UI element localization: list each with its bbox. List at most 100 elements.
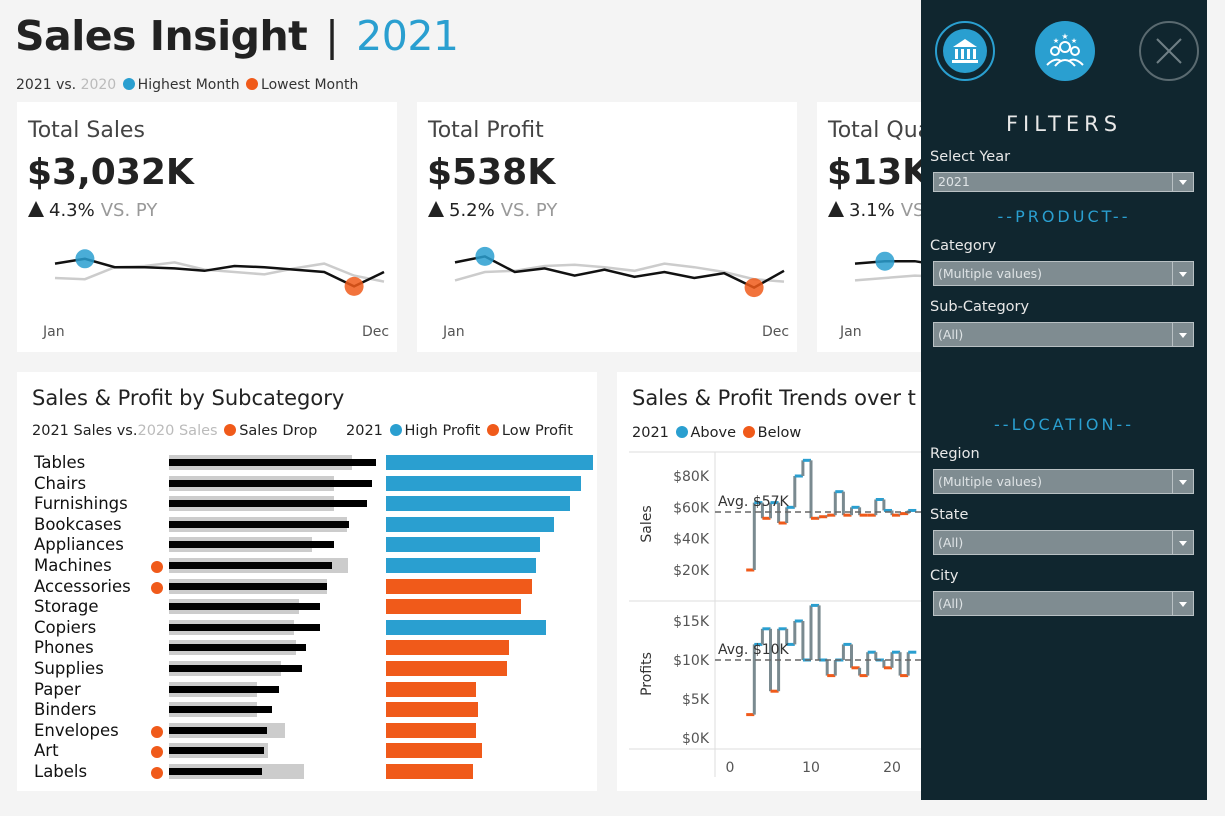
- sales-tick-label: $80K: [673, 469, 710, 485]
- close-icon-glyph: [1156, 38, 1182, 64]
- team-stars-icon-glyph: ★ ★ ★: [1046, 32, 1084, 67]
- profit-axis-title: Profits: [639, 652, 655, 696]
- profit-bar: [386, 743, 482, 759]
- title-separator: |: [325, 12, 339, 60]
- profit-tick-label: $15K: [673, 614, 710, 630]
- city-filter-label: City: [930, 568, 959, 584]
- subcategory-row[interactable]: Accessories: [34, 577, 594, 597]
- profit-average-label: Avg. $10K: [718, 642, 790, 658]
- subcategory-label: Bookcases: [34, 514, 122, 534]
- subcategory-label: Tables: [34, 453, 86, 472]
- subcategory-label: Envelopes: [34, 720, 119, 740]
- profit-bar: [386, 516, 554, 532]
- sales-drop-marker: [151, 725, 163, 738]
- legend-profit-year: 2021: [346, 423, 383, 439]
- kpi-card-profit[interactable]: Total Profit $538K 5.2% VS. PY Jan Dec: [417, 102, 797, 352]
- chevron-down-icon: [1172, 173, 1193, 191]
- subcategory-label: Art: [34, 741, 59, 761]
- subcategory-select[interactable]: (All): [933, 322, 1194, 347]
- profit-bar: [386, 619, 546, 635]
- x-tick-label: 0: [726, 760, 735, 776]
- up-triangle-icon: [428, 201, 444, 217]
- kpi-change-value: 3.1%: [849, 200, 895, 221]
- subcategory-row[interactable]: Machines: [34, 556, 594, 576]
- x-tick-label: 10: [802, 760, 820, 776]
- city-select[interactable]: (All): [933, 591, 1194, 616]
- subcategory-row[interactable]: Copiers: [34, 618, 594, 638]
- sparkline-end-label: Dec: [362, 324, 390, 340]
- sparkline-start-label: Jan: [840, 324, 862, 340]
- state-select[interactable]: (All): [933, 530, 1194, 555]
- lowest-month-dot-icon: [246, 78, 259, 90]
- category-select[interactable]: (Multiple values): [933, 261, 1194, 286]
- subcategory-row[interactable]: Bookcases: [34, 515, 594, 535]
- subcategory-row[interactable]: Phones: [34, 638, 594, 658]
- sales-tick-label: $40K: [673, 532, 710, 548]
- subcategory-row[interactable]: Tables: [34, 453, 594, 473]
- subcategory-panel: Sales & Profit by Subcategory 2021 Sales…: [17, 372, 597, 791]
- sales-2021-bar: [169, 747, 264, 755]
- bank-icon[interactable]: [935, 21, 995, 81]
- subcategory-label: Copiers: [34, 617, 97, 637]
- subcategory-label: Supplies: [34, 659, 104, 678]
- subcategory-label: Appliances: [34, 535, 124, 555]
- kpi-change: 4.3% VS. PY: [28, 200, 157, 221]
- chevron-down-icon: [1172, 323, 1193, 346]
- kpi-change: 5.2% VS. PY: [428, 200, 557, 221]
- subcategory-row[interactable]: Binders: [34, 700, 594, 720]
- sales-drop-marker: [151, 561, 163, 573]
- year-select[interactable]: 2021: [933, 172, 1194, 192]
- subcategory-row[interactable]: Art: [34, 741, 594, 761]
- subcategory-row[interactable]: Furnishings: [34, 494, 594, 514]
- sales-2021-bar: [169, 582, 327, 590]
- profit-bar: [386, 640, 509, 656]
- subcategory-filter-label: Sub-Category: [930, 299, 1030, 315]
- location-section-header: --LOCATION--: [994, 415, 1134, 434]
- high-profit-dot-icon: [389, 424, 402, 436]
- subcategory-row[interactable]: Envelopes: [34, 721, 594, 741]
- trend-panel: Sales & Profit Trends over t 2021 Above …: [617, 372, 922, 791]
- profit-tick-label: $10K: [673, 653, 710, 669]
- subcategory-row[interactable]: Paper: [34, 680, 594, 700]
- sales-axis-title: Sales: [639, 505, 655, 542]
- subcategory-label: Accessories: [34, 576, 131, 596]
- sales-2021-bar: [169, 479, 372, 487]
- subcategory-label: Chairs: [34, 473, 87, 493]
- sparkline-end-label: Dec: [762, 324, 790, 340]
- page-title: Sales Insight | 2021: [15, 12, 459, 60]
- profit-bar: [386, 537, 540, 553]
- subcategory-row[interactable]: Labels: [34, 762, 594, 782]
- sales-2021-bar: [169, 623, 320, 631]
- sales-drop-dot-icon: [224, 424, 237, 436]
- sales-tick-label: $60K: [673, 500, 710, 516]
- kpi-card-sales[interactable]: Total Sales $3,032K 4.3% VS. PY Jan Dec: [17, 102, 397, 352]
- subcategory-row[interactable]: Appliances: [34, 535, 594, 555]
- legend-high-profit: High Profit: [404, 423, 481, 439]
- year-select-value: 2021: [938, 174, 970, 189]
- subcategory-label: Storage: [34, 597, 99, 617]
- sales-2021-bar: [169, 665, 302, 672]
- close-icon[interactable]: [1139, 21, 1199, 81]
- kpi-change-value: 4.3%: [49, 200, 95, 221]
- trend-chart[interactable]: $80K$60K$40K$20K$15K$10K$5K$0K0 10 20Sales…: [617, 372, 922, 791]
- legend-sales-drop: Sales Drop: [239, 423, 318, 439]
- chevron-down-icon: [1172, 531, 1193, 554]
- profit-bar: [386, 722, 476, 738]
- subcategory-row[interactable]: Chairs: [34, 474, 594, 494]
- team-stars-icon[interactable]: ★ ★ ★: [1035, 21, 1095, 81]
- lowest-month-marker: [744, 278, 764, 298]
- subcategory-label: Machines: [34, 556, 112, 575]
- filters-header: FILTERS: [1005, 112, 1123, 136]
- svg-text:★: ★: [1053, 37, 1059, 45]
- subcategory-row[interactable]: Supplies: [34, 659, 594, 679]
- sales-2021-bar: [169, 500, 367, 508]
- sales-drop-marker: [151, 767, 163, 779]
- legend-vs: vs.: [56, 77, 77, 93]
- profit-bar: [386, 661, 507, 676]
- kpi-sparkline[interactable]: [47, 232, 392, 312]
- sparkline-start-label: Jan: [443, 324, 465, 340]
- chevron-down-icon: [1172, 262, 1193, 285]
- kpi-sparkline[interactable]: [447, 232, 792, 312]
- region-select[interactable]: (Multiple values): [933, 469, 1194, 494]
- subcategory-row[interactable]: Storage: [34, 597, 594, 617]
